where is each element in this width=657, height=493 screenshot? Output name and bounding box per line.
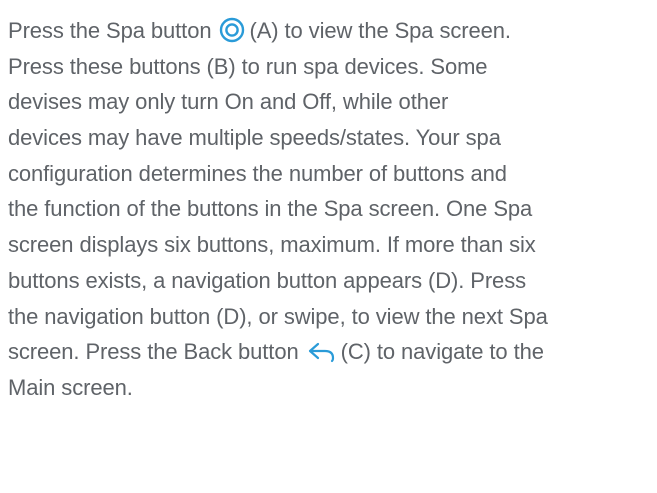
text-line-5: configuration determines the number of b… [8, 160, 507, 186]
text-line-11: Main screen. [8, 374, 133, 400]
text-line-8: buttons exists, a navigation button appe… [8, 267, 526, 293]
text-line-1: Press the Spa button (A) to view the Spa… [8, 13, 657, 49]
text-line-6: the function of the buttons in the Spa s… [8, 196, 533, 222]
text-line-3: devises may only turn On and Off, while … [8, 89, 449, 115]
text-segment: (C) to navigate to the [340, 339, 544, 365]
text-segment: screen. Press the Back button [8, 339, 299, 365]
text-line-7: screen displays six buttons, maximum. If… [8, 232, 536, 258]
back-arrow-icon [307, 340, 337, 364]
text-line-4: devices may have multiple speeds/states.… [8, 125, 501, 151]
text-segment: Press the Spa button [8, 18, 212, 43]
text-segment: (A) to view the Spa screen. [249, 18, 511, 43]
text-line-10: screen. Press the Back button (C) to nav… [8, 334, 657, 370]
text-line-9: the navigation button (D), or swipe, to … [8, 303, 548, 329]
text-line-2: Press these buttons (B) to run spa devic… [8, 53, 488, 79]
spa-icon [219, 17, 245, 43]
instruction-paragraph: Press the Spa button (A) to view the Spa… [0, 0, 657, 493]
